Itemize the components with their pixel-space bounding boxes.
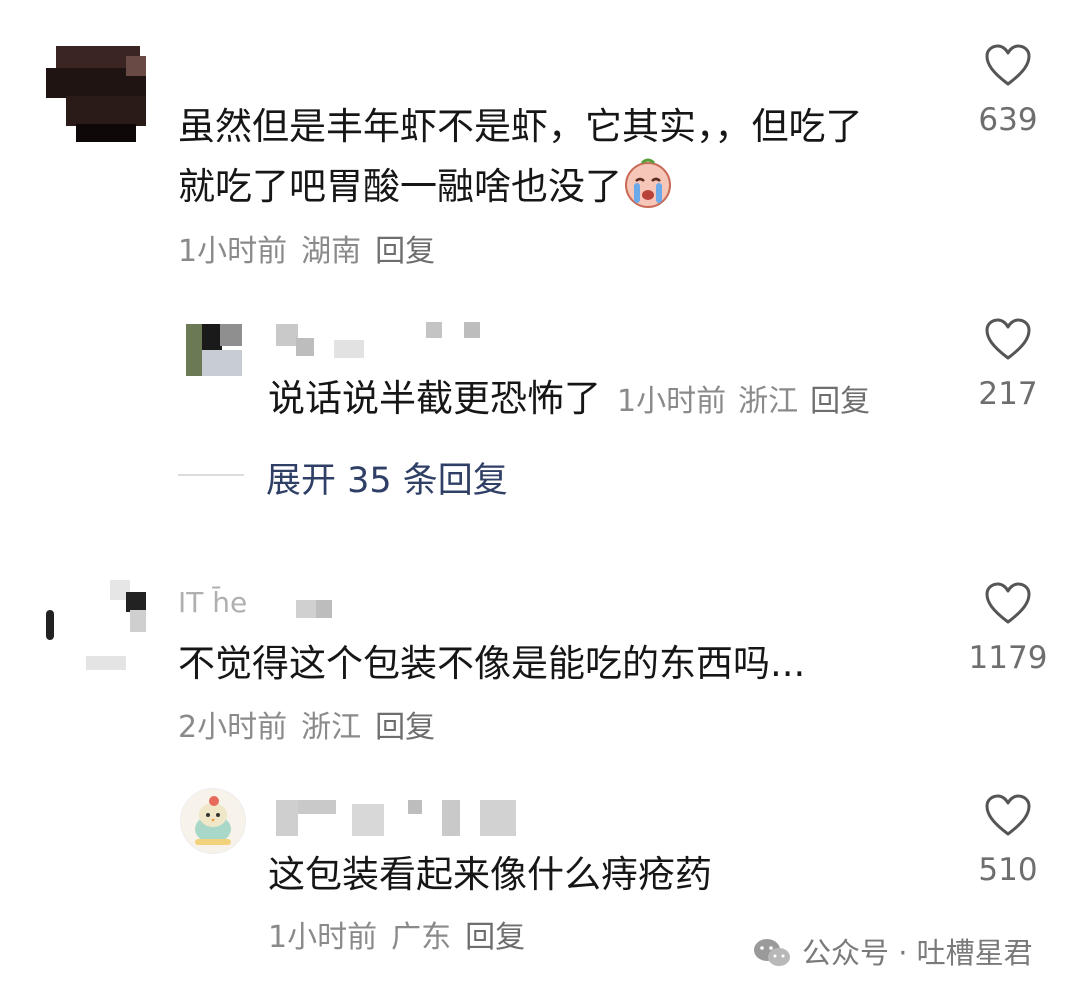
like-count: 217: [978, 376, 1038, 412]
like-count: 639: [978, 102, 1038, 138]
reply-avatar[interactable]: [186, 324, 242, 376]
reply-button[interactable]: 回复: [375, 710, 435, 745]
reply-button[interactable]: 回复: [810, 384, 870, 419]
heart-icon: [985, 582, 1031, 624]
reply-button[interactable]: 回复: [375, 234, 435, 269]
comment-text: 不觉得这个包装不像是能吃的东西吗...: [178, 642, 806, 685]
wechat-icon: [752, 937, 792, 976]
like-count: 510: [978, 852, 1038, 888]
reply-time: 1小时前: [268, 920, 378, 955]
reply-text: 说话说半截更恐怖了 1小时前 浙江 回复: [268, 369, 882, 432]
like-button[interactable]: 639: [958, 44, 1058, 138]
bird-avatar-icon: [195, 796, 231, 845]
like-button[interactable]: 217: [958, 318, 1058, 412]
crying-face-emoji-icon: [622, 157, 674, 227]
heart-icon: [985, 44, 1031, 86]
avatar[interactable]: [46, 580, 150, 676]
avatar[interactable]: [46, 46, 150, 142]
expand-replies-button[interactable]: 展开 35 条回复: [266, 452, 508, 503]
comment-text: 虽然但是丰年虾不是虾，它其实，，但吃了: [178, 105, 863, 148]
comment-meta: 1小时前 湖南 回复: [178, 232, 449, 272]
like-button[interactable]: 1179: [958, 582, 1058, 676]
heart-icon: [985, 794, 1031, 836]
comment-time: 2小时前: [178, 710, 288, 745]
reply-text: 这包装看起来像什么痔疮药: [268, 853, 712, 896]
comment-location: 湖南: [301, 234, 362, 269]
reply-location: 浙江: [738, 384, 799, 419]
watermark-text: 公众号 · 吐槽星君: [802, 936, 1033, 970]
reply-avatar[interactable]: [180, 788, 246, 854]
like-button[interactable]: 510: [958, 794, 1058, 888]
heart-icon: [985, 318, 1031, 360]
reply-button[interactable]: 回复: [465, 920, 525, 955]
reply-meta: 1小时前 广东 回复: [268, 918, 539, 958]
comment-time: 1小时前: [178, 234, 288, 269]
comment-location: 浙江: [301, 710, 362, 745]
expand-divider: [178, 474, 244, 476]
comment-username[interactable]: IT h̄e: [178, 586, 332, 619]
like-count: 1179: [968, 640, 1048, 676]
reply-meta: 1小时前 浙江 回复: [617, 384, 882, 419]
comment-meta: 2小时前 浙江 回复: [178, 708, 449, 748]
reply-time: 1小时前: [617, 384, 727, 419]
watermark: 公众号 · 吐槽星君: [752, 930, 1033, 976]
reply-location: 广东: [391, 920, 452, 955]
comment-text-line2: 就吃了吧胃酸一融啥也没了: [178, 157, 674, 227]
